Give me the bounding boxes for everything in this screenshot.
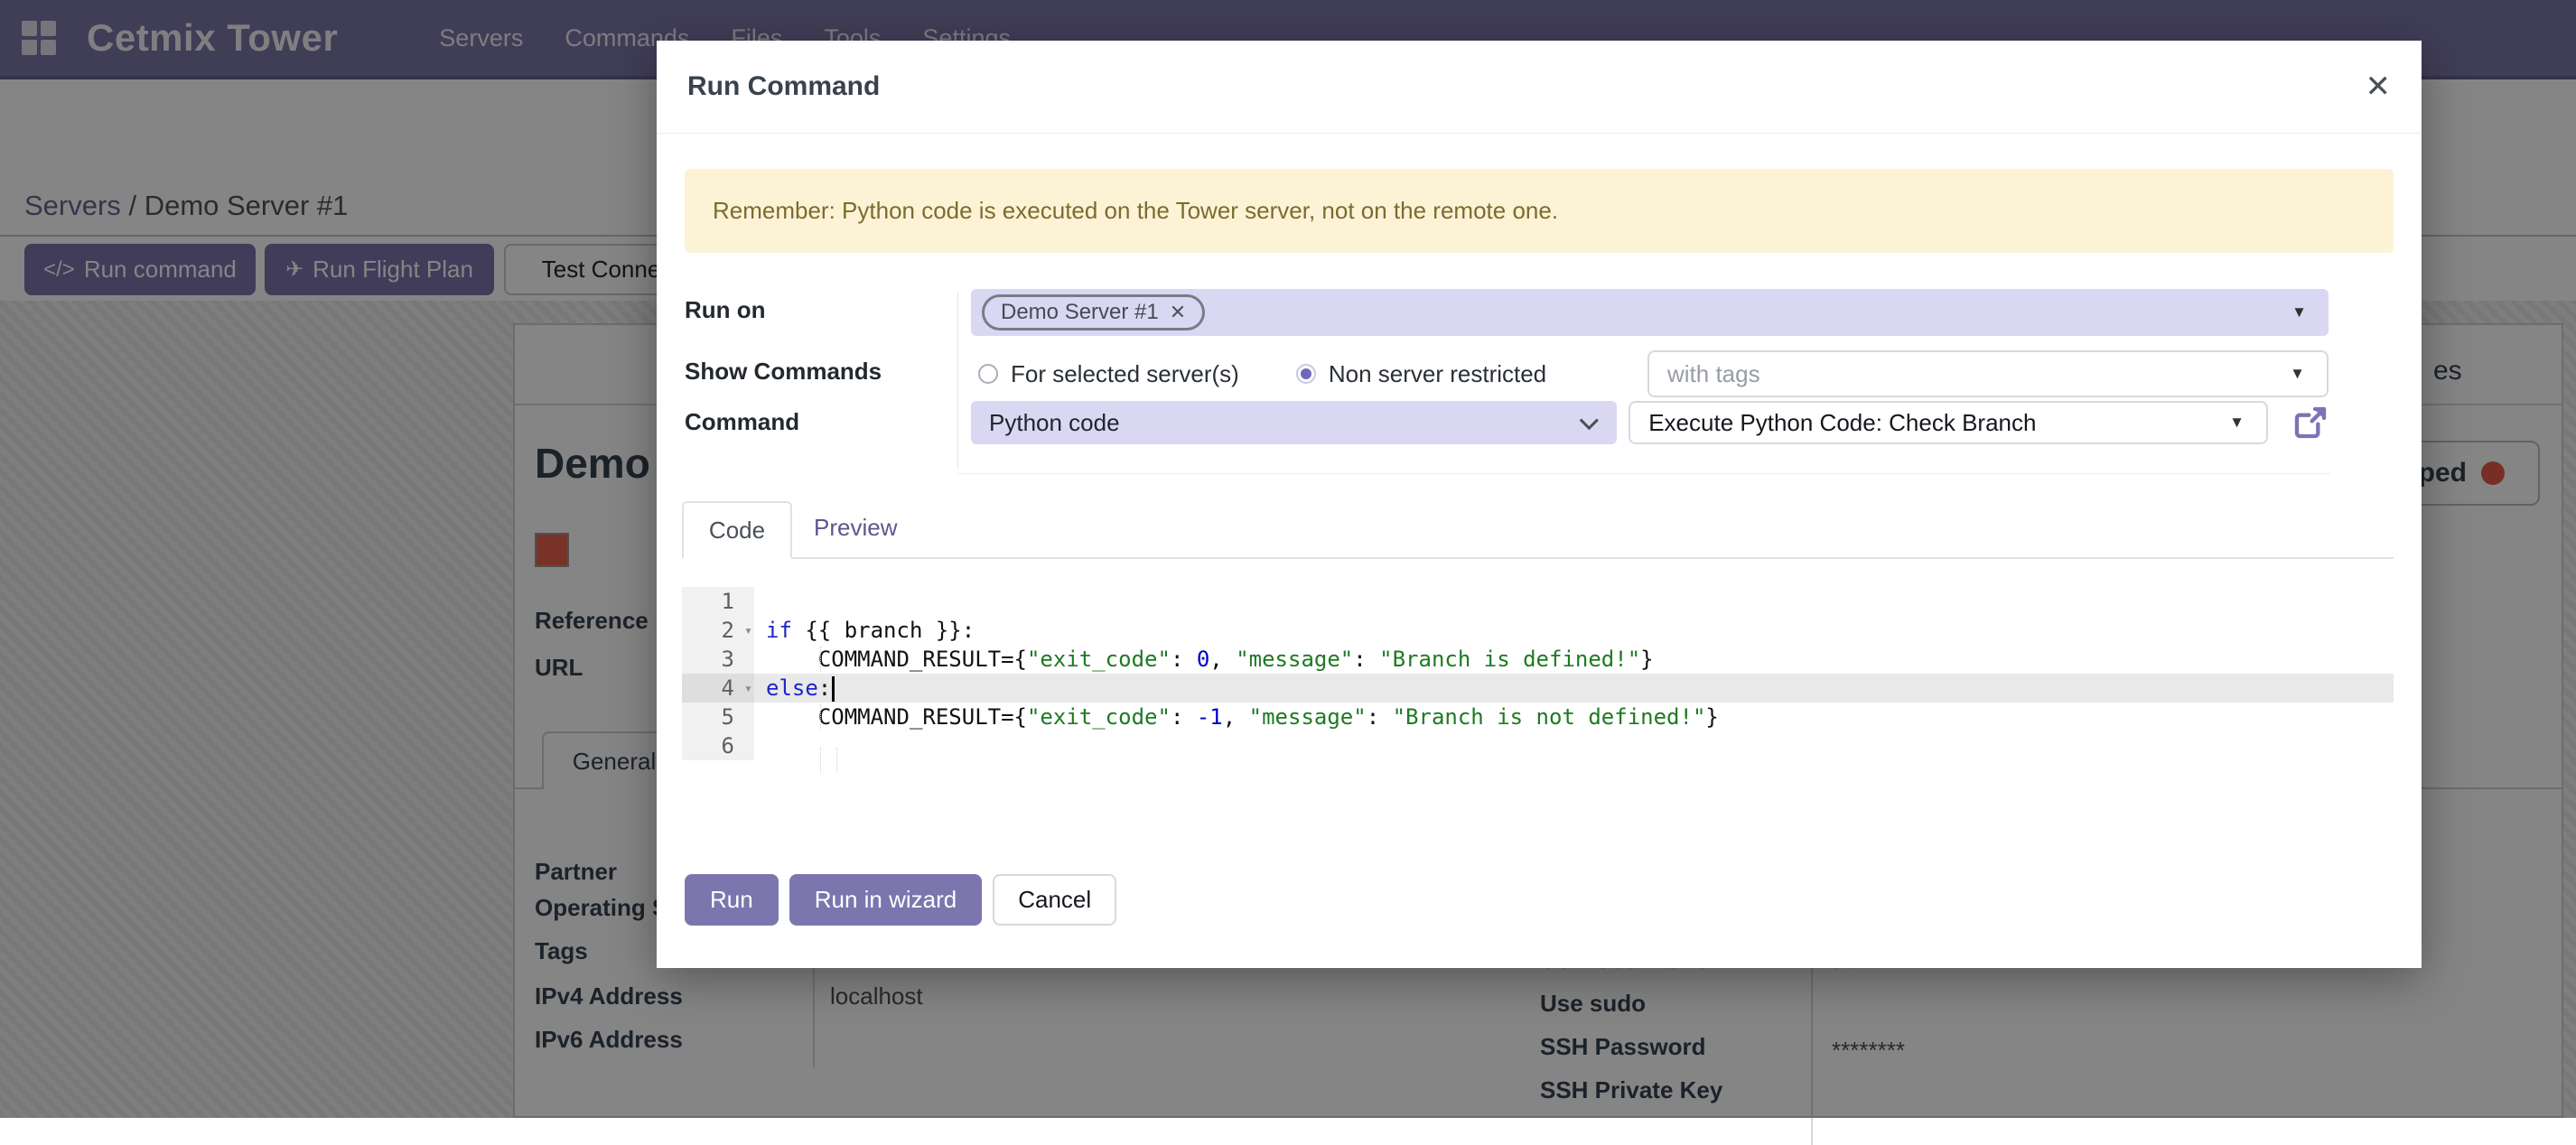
line-number: 5 bbox=[682, 703, 754, 731]
server-tag[interactable]: Demo Server #1 ✕ bbox=[982, 294, 1205, 330]
run-command-form: Run on Demo Server #1 ✕ ▼ Show Commands … bbox=[685, 289, 2394, 444]
fold-arrow-icon[interactable]: ▾ bbox=[744, 616, 752, 645]
chevron-down-icon bbox=[1580, 411, 1599, 430]
indent-guide bbox=[820, 704, 821, 730]
command-select[interactable]: Execute Python Code: Check Branch ▼ bbox=[1629, 401, 2268, 444]
code-line-text[interactable]: COMMAND_RESULT={"exit_code": -1, "messag… bbox=[754, 703, 2394, 731]
field-underline bbox=[957, 473, 2330, 474]
line-number: 3 bbox=[682, 645, 754, 674]
editor-line[interactable]: 2▾if {{ branch }}: bbox=[682, 616, 2394, 645]
run-on-select[interactable]: Demo Server #1 ✕ ▼ bbox=[971, 289, 2329, 336]
modal-footer: Run Run in wizard Cancel bbox=[685, 874, 1116, 926]
command-label: Command bbox=[685, 401, 971, 436]
editor-line[interactable]: 3 COMMAND_RESULT={"exit_code": 0, "messa… bbox=[682, 645, 2394, 674]
cancel-button[interactable]: Cancel bbox=[993, 874, 1116, 926]
server-tag-label: Demo Server #1 bbox=[1001, 300, 1159, 325]
command-type-value: Python code bbox=[989, 409, 1120, 437]
run-in-wizard-button[interactable]: Run in wizard bbox=[789, 874, 983, 926]
line-number: 1 bbox=[682, 587, 754, 616]
modal-tab-bar: Code Preview bbox=[682, 501, 2394, 559]
run-on-label: Run on bbox=[685, 289, 971, 324]
editor-line[interactable]: 6 bbox=[682, 731, 2394, 760]
code-line-text[interactable]: else: bbox=[754, 674, 2394, 703]
label-column-divider bbox=[957, 293, 958, 470]
indent-guide bbox=[820, 647, 821, 672]
with-tags-select[interactable]: with tags ▼ bbox=[1647, 350, 2329, 397]
radio-selected-servers-label[interactable]: For selected server(s) bbox=[1011, 360, 1239, 388]
tab-preview[interactable]: Preview bbox=[814, 514, 897, 542]
radio-non-server-restricted[interactable] bbox=[1296, 364, 1316, 384]
chevron-down-icon: ▼ bbox=[2229, 414, 2245, 432]
close-icon[interactable]: ✕ bbox=[2366, 71, 2392, 102]
with-tags-placeholder: with tags bbox=[1667, 360, 1760, 388]
chevron-down-icon: ▼ bbox=[2291, 303, 2307, 321]
code-line-text[interactable]: COMMAND_RESULT={"exit_code": 0, "message… bbox=[754, 645, 2394, 674]
command-type-select[interactable]: Python code bbox=[971, 401, 1617, 444]
python-warning-banner: Remember: Python code is executed on the… bbox=[685, 169, 2394, 253]
show-commands-label: Show Commands bbox=[685, 350, 971, 386]
editor-line[interactable]: 5 COMMAND_RESULT={"exit_code": -1, "mess… bbox=[682, 703, 2394, 731]
command-value: Execute Python Code: Check Branch bbox=[1648, 409, 2036, 437]
run-button[interactable]: Run bbox=[685, 874, 779, 926]
code-line-text[interactable]: if {{ branch }}: bbox=[754, 616, 2394, 645]
line-number: 6 bbox=[682, 731, 754, 760]
radio-non-server-restricted-label[interactable]: Non server restricted bbox=[1329, 360, 1546, 388]
external-link-icon[interactable] bbox=[2292, 405, 2329, 441]
modal-title: Run Command bbox=[687, 71, 880, 102]
line-number: 4▾ bbox=[682, 674, 754, 703]
modal-header: Run Command ✕ bbox=[657, 41, 2422, 134]
indent-guide bbox=[836, 748, 837, 773]
fold-arrow-icon[interactable]: ▾ bbox=[744, 674, 752, 703]
remove-tag-icon[interactable]: ✕ bbox=[1170, 301, 1186, 324]
tab-code[interactable]: Code bbox=[682, 501, 792, 559]
editor-line[interactable]: 1 bbox=[682, 587, 2394, 616]
run-command-modal: Run Command ✕ Remember: Python code is e… bbox=[657, 41, 2422, 968]
text-cursor bbox=[832, 676, 835, 702]
indent-guide bbox=[820, 748, 821, 773]
chevron-down-icon: ▼ bbox=[2290, 365, 2305, 383]
radio-selected-servers[interactable] bbox=[978, 364, 998, 384]
line-number: 2▾ bbox=[682, 616, 754, 645]
editor-line[interactable]: 4▾else: bbox=[682, 674, 2394, 703]
code-editor[interactable]: 12▾if {{ branch }}:3 COMMAND_RESULT={"ex… bbox=[682, 587, 2394, 760]
